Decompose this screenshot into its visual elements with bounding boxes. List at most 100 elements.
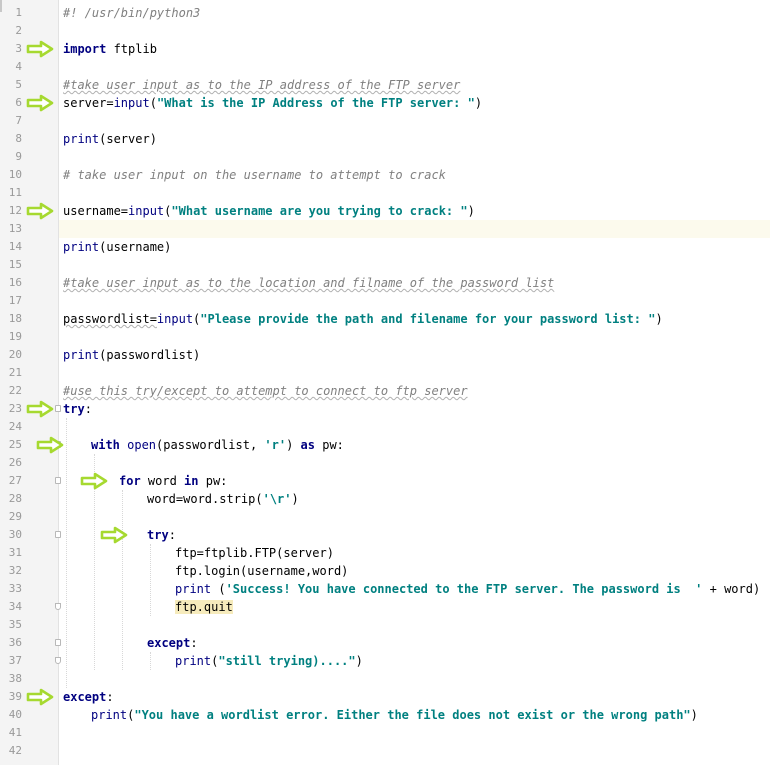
string-literal: "still trying)...."	[218, 654, 356, 668]
keyword: for	[119, 474, 141, 488]
code-line-27[interactable]: for word in pw:	[0, 472, 770, 490]
line-number: 19	[8, 330, 22, 343]
line-row	[0, 418, 770, 436]
code-line-30[interactable]: try:	[0, 526, 770, 544]
line-row	[0, 742, 770, 760]
line-number: 26	[8, 456, 22, 469]
line-row	[0, 508, 770, 526]
string-literal: 'Success! You have connected to the FTP …	[225, 582, 703, 596]
builtin: print	[175, 654, 212, 668]
code-text: passwordlist=	[63, 312, 157, 326]
code-text: :	[106, 690, 114, 704]
code-line-22[interactable]: #use this try/except to attempt to conne…	[0, 382, 770, 400]
code-line-3[interactable]: import ftplib	[0, 40, 770, 58]
code-text: (server)	[99, 132, 157, 146]
line-number: 41	[8, 726, 22, 739]
line-number: 13	[8, 222, 22, 235]
code-line-33[interactable]: print ('Success! You have connected to t…	[0, 580, 770, 598]
code-line-34[interactable]: ftp.quit	[0, 598, 770, 616]
builtin: print	[63, 348, 100, 362]
code-line-23[interactable]: try:	[0, 400, 770, 418]
code-text: pw:	[198, 474, 228, 488]
line-row	[0, 616, 770, 634]
code-text: word	[140, 474, 185, 488]
string-literal: "What is the IP Address of the FTP serve…	[156, 96, 475, 110]
code-text: username=	[63, 204, 129, 218]
code-text: (	[149, 96, 157, 110]
keyword: except	[63, 690, 107, 704]
code-text: )	[286, 438, 301, 452]
code-line-5[interactable]: #take user input as to the IP address of…	[0, 76, 770, 94]
comment: # take user input on the username to att…	[63, 168, 446, 182]
code-text: )	[655, 312, 663, 326]
line-number: 7	[15, 114, 22, 127]
code-line-31[interactable]: ftp=ftplib.FTP(server)	[0, 544, 770, 562]
keyword: import	[63, 42, 107, 56]
builtin: input	[113, 96, 150, 110]
comment: #use this try/except to attempt to conne…	[63, 384, 468, 398]
code-text: ftp=ftplib.FTP(server)	[175, 546, 334, 560]
line-number: 35	[8, 618, 22, 631]
line-number: 2	[15, 24, 22, 37]
code-line-16[interactable]: #take user input as to the location and …	[0, 274, 770, 292]
code-text: )	[291, 492, 299, 506]
keyword: try	[63, 402, 85, 416]
code-text: server=	[63, 96, 114, 110]
current-line-highlight	[0, 220, 770, 238]
line-number: 24	[8, 420, 22, 433]
line-row	[0, 184, 770, 202]
code-text: :	[84, 402, 92, 416]
line-number: 9	[15, 150, 22, 163]
code-text: :	[190, 636, 198, 650]
code-line-6[interactable]: server=input("What is the IP Address of …	[0, 94, 770, 112]
string-literal: "Please provide the path and filename fo…	[200, 312, 656, 326]
code-text: pw:	[315, 438, 344, 452]
keyword: in	[184, 474, 199, 488]
builtin: print	[175, 582, 212, 596]
line-row	[0, 22, 770, 40]
string-literal: '\r'	[262, 492, 292, 506]
line-number: 38	[8, 672, 22, 685]
code-line-36[interactable]: except:	[0, 634, 770, 652]
comment: #take user input as to the location and …	[63, 276, 555, 290]
code-line-37[interactable]: print("still trying)....")	[0, 652, 770, 670]
code-text: + word)	[702, 582, 761, 596]
line-number: 17	[8, 294, 22, 307]
string-literal: 'r'	[264, 438, 287, 452]
code-line-20[interactable]: print(passwordlist)	[0, 346, 770, 364]
code-text: ftp.login(username,word)	[175, 564, 349, 578]
code-line-40[interactable]: print("You have a wordlist error. Either…	[0, 706, 770, 724]
code-text: (	[211, 582, 226, 596]
line-row	[0, 292, 770, 310]
code-line-10[interactable]: # take user input on the username to att…	[0, 166, 770, 184]
code-line-39[interactable]: except:	[0, 688, 770, 706]
line-number: 42	[8, 744, 22, 757]
code-text: ftplib	[106, 42, 157, 56]
line-number: 21	[8, 366, 22, 379]
line-number: 29	[8, 510, 22, 523]
code-line-25[interactable]: with open(passwordlist, 'r') as pw:	[0, 436, 770, 454]
builtin: print	[91, 708, 128, 722]
code-line-32[interactable]: ftp.login(username,word)	[0, 562, 770, 580]
line-row	[0, 724, 770, 742]
code-line-14[interactable]: print(username)	[0, 238, 770, 256]
line-row	[0, 670, 770, 688]
code-line-8[interactable]: print(server)	[0, 130, 770, 148]
code-line-1[interactable]: #! /usr/bin/python3	[0, 4, 770, 22]
keyword: as	[300, 438, 315, 452]
string-literal: "You have a wordlist error. Either the f…	[134, 708, 691, 722]
code-text: (username)	[99, 240, 172, 254]
code-line-12[interactable]: username=input("What username are you tr…	[0, 202, 770, 220]
code-text: (passwordlist,	[156, 438, 265, 452]
keyword: with	[91, 438, 120, 452]
code-text: :	[168, 528, 176, 542]
code-line-18[interactable]: passwordlist=input("Please provide the p…	[0, 310, 770, 328]
line-number: 11	[8, 186, 22, 199]
code-editor[interactable]: 1 2 3 4 5 6 7 8 9 10 11 12 13 14 15 16 17 18 19 20 21 22 23 24 2…	[0, 0, 770, 765]
code-text: )	[355, 654, 363, 668]
keyword: try	[147, 528, 169, 542]
code-text: )	[467, 204, 475, 218]
code-text: )	[474, 96, 483, 110]
code-line-28[interactable]: word=word.strip('\r')	[0, 490, 770, 508]
line-row	[0, 454, 770, 472]
